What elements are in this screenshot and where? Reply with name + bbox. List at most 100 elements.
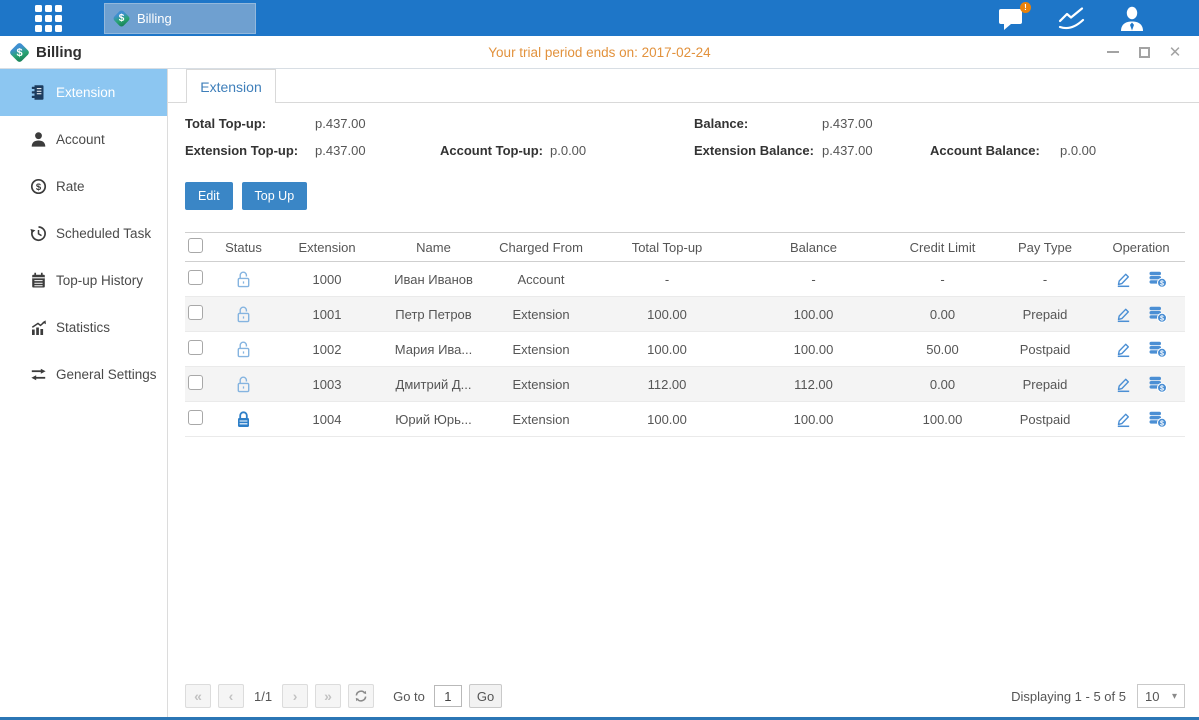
extension-content: Total Top-up: p.437.00 Balance: p.437.00…	[168, 103, 1199, 717]
first-page-button[interactable]: «	[185, 684, 211, 708]
goto-page-input[interactable]	[434, 685, 462, 707]
reports-chart-icon[interactable]	[1057, 6, 1087, 31]
status-cell	[215, 375, 272, 394]
table-header-row: Status Extension Name Charged From Total…	[185, 232, 1185, 262]
extension-number: 1002	[272, 342, 382, 357]
rate-icon: $	[30, 178, 47, 195]
top-navigation-bar: $ Billing !	[0, 0, 1199, 36]
billing-diamond-icon: $	[112, 9, 130, 27]
row-checkbox[interactable]	[188, 340, 203, 355]
extension-name: Петр Петров	[382, 307, 485, 322]
pay-type: Prepaid	[995, 307, 1095, 322]
row-checkbox[interactable]	[188, 270, 203, 285]
minimize-icon[interactable]	[1105, 44, 1121, 60]
edit-pencil-icon[interactable]	[1115, 411, 1132, 428]
window-title: Billing	[36, 44, 82, 61]
credit-limit: 50.00	[890, 342, 995, 357]
sidebar-item-account[interactable]: Account	[0, 116, 167, 163]
close-icon[interactable]: ✕	[1167, 44, 1183, 60]
next-page-button[interactable]: ›	[282, 684, 308, 708]
edit-button[interactable]: Edit	[185, 182, 233, 210]
go-button[interactable]: Go	[469, 684, 502, 708]
window-title-group: $ Billing	[12, 44, 82, 61]
extension-number: 1001	[272, 307, 382, 322]
sidebar-item-scheduled-task[interactable]: Scheduled Task	[0, 210, 167, 257]
pagination-bar: « ‹ 1/1 › » Go to Go	[185, 684, 1185, 708]
top-up-coins-icon[interactable]: $	[1148, 306, 1167, 323]
sidebar-item-extension[interactable]: Extension	[0, 69, 167, 116]
unlocked-icon	[235, 340, 252, 359]
billing-app-window: $ Billing !	[0, 0, 1199, 720]
table-row[interactable]: 1004 Юрий Юрь... Extension 100.00 100.00…	[185, 402, 1185, 437]
edit-pencil-icon[interactable]	[1115, 306, 1132, 323]
table-row[interactable]: 1003 Дмитрий Д... Extension 112.00 112.0…	[185, 367, 1185, 402]
tab-extension[interactable]: Extension	[186, 69, 276, 103]
table-row[interactable]: 1000 Иван Иванов Account - - - - $	[185, 262, 1185, 297]
top-up-coins-icon[interactable]: $	[1148, 411, 1167, 428]
row-checkbox[interactable]	[188, 375, 203, 390]
row-checkbox[interactable]	[188, 305, 203, 320]
sidebar-item-statistics[interactable]: Statistics	[0, 304, 167, 351]
select-all-checkbox[interactable]	[188, 238, 203, 253]
total-topup: 100.00	[597, 307, 737, 322]
billing-diamond-icon: $	[9, 41, 30, 62]
status-cell	[215, 410, 272, 429]
balance: 100.00	[737, 412, 890, 427]
extension-balance-label: Extension Balance:	[694, 143, 822, 158]
displaying-count: Displaying 1 - 5 of 5	[1011, 689, 1126, 704]
total-topup-label: Total Top-up:	[185, 116, 315, 131]
sidebar-item-topup-history[interactable]: Top-up History	[0, 257, 167, 304]
page-size-dropdown[interactable]: 10 ▾	[1137, 684, 1185, 708]
account-topup-value: p.0.00	[550, 143, 694, 158]
pay-type: -	[995, 272, 1095, 287]
svg-text:$: $	[1160, 280, 1164, 287]
column-header-balance: Balance	[737, 240, 890, 255]
sidebar-item-label: General Settings	[56, 367, 157, 382]
general-settings-icon	[30, 366, 47, 383]
table-row[interactable]: 1001 Петр Петров Extension 100.00 100.00…	[185, 297, 1185, 332]
last-page-button[interactable]: »	[315, 684, 341, 708]
extension-number: 1000	[272, 272, 382, 287]
top-up-button[interactable]: Top Up	[242, 182, 308, 210]
sidebar-item-rate[interactable]: $ Rate	[0, 163, 167, 210]
total-topup: 100.00	[597, 412, 737, 427]
edit-pencil-icon[interactable]	[1115, 271, 1132, 288]
svg-text:$: $	[36, 182, 42, 193]
svg-text:$: $	[1160, 420, 1164, 427]
refresh-button[interactable]	[348, 684, 374, 708]
unlocked-icon	[235, 305, 252, 324]
column-header-extension: Extension	[272, 240, 382, 255]
tab-strip: Extension	[168, 69, 1199, 103]
unlocked-icon	[235, 270, 252, 289]
row-checkbox[interactable]	[188, 410, 203, 425]
top-up-coins-icon[interactable]: $	[1148, 341, 1167, 358]
user-account-icon[interactable]	[1118, 5, 1146, 31]
app-launcher-icon[interactable]	[35, 5, 62, 32]
table-row[interactable]: 1002 Мария Ива... Extension 100.00 100.0…	[185, 332, 1185, 367]
messages-icon[interactable]: !	[998, 6, 1026, 31]
total-topup: 112.00	[597, 377, 737, 392]
top-up-coins-icon[interactable]: $	[1148, 376, 1167, 393]
top-up-coins-icon[interactable]: $	[1148, 271, 1167, 288]
extension-number: 1003	[272, 377, 382, 392]
charged-from: Account	[485, 272, 597, 287]
column-header-credit-limit: Credit Limit	[890, 240, 995, 255]
account-icon	[30, 131, 47, 148]
topbar-billing-tab[interactable]: $ Billing	[104, 3, 256, 34]
prev-page-button[interactable]: ‹	[218, 684, 244, 708]
status-cell	[215, 270, 272, 289]
extension-number: 1004	[272, 412, 382, 427]
extension-name: Мария Ива...	[382, 342, 485, 357]
sidebar-item-general-settings[interactable]: General Settings	[0, 351, 167, 398]
operation-cell: $	[1095, 341, 1187, 358]
extension-balance-value: p.437.00	[822, 143, 930, 158]
unlocked-icon	[235, 375, 252, 394]
pay-type: Postpaid	[995, 342, 1095, 357]
charged-from: Extension	[485, 307, 597, 322]
maximize-icon[interactable]	[1136, 44, 1152, 60]
svg-text:$: $	[1160, 315, 1164, 322]
column-header-charged-from: Charged From	[485, 240, 597, 255]
sidebar-item-label: Statistics	[56, 320, 110, 335]
edit-pencil-icon[interactable]	[1115, 341, 1132, 358]
edit-pencil-icon[interactable]	[1115, 376, 1132, 393]
